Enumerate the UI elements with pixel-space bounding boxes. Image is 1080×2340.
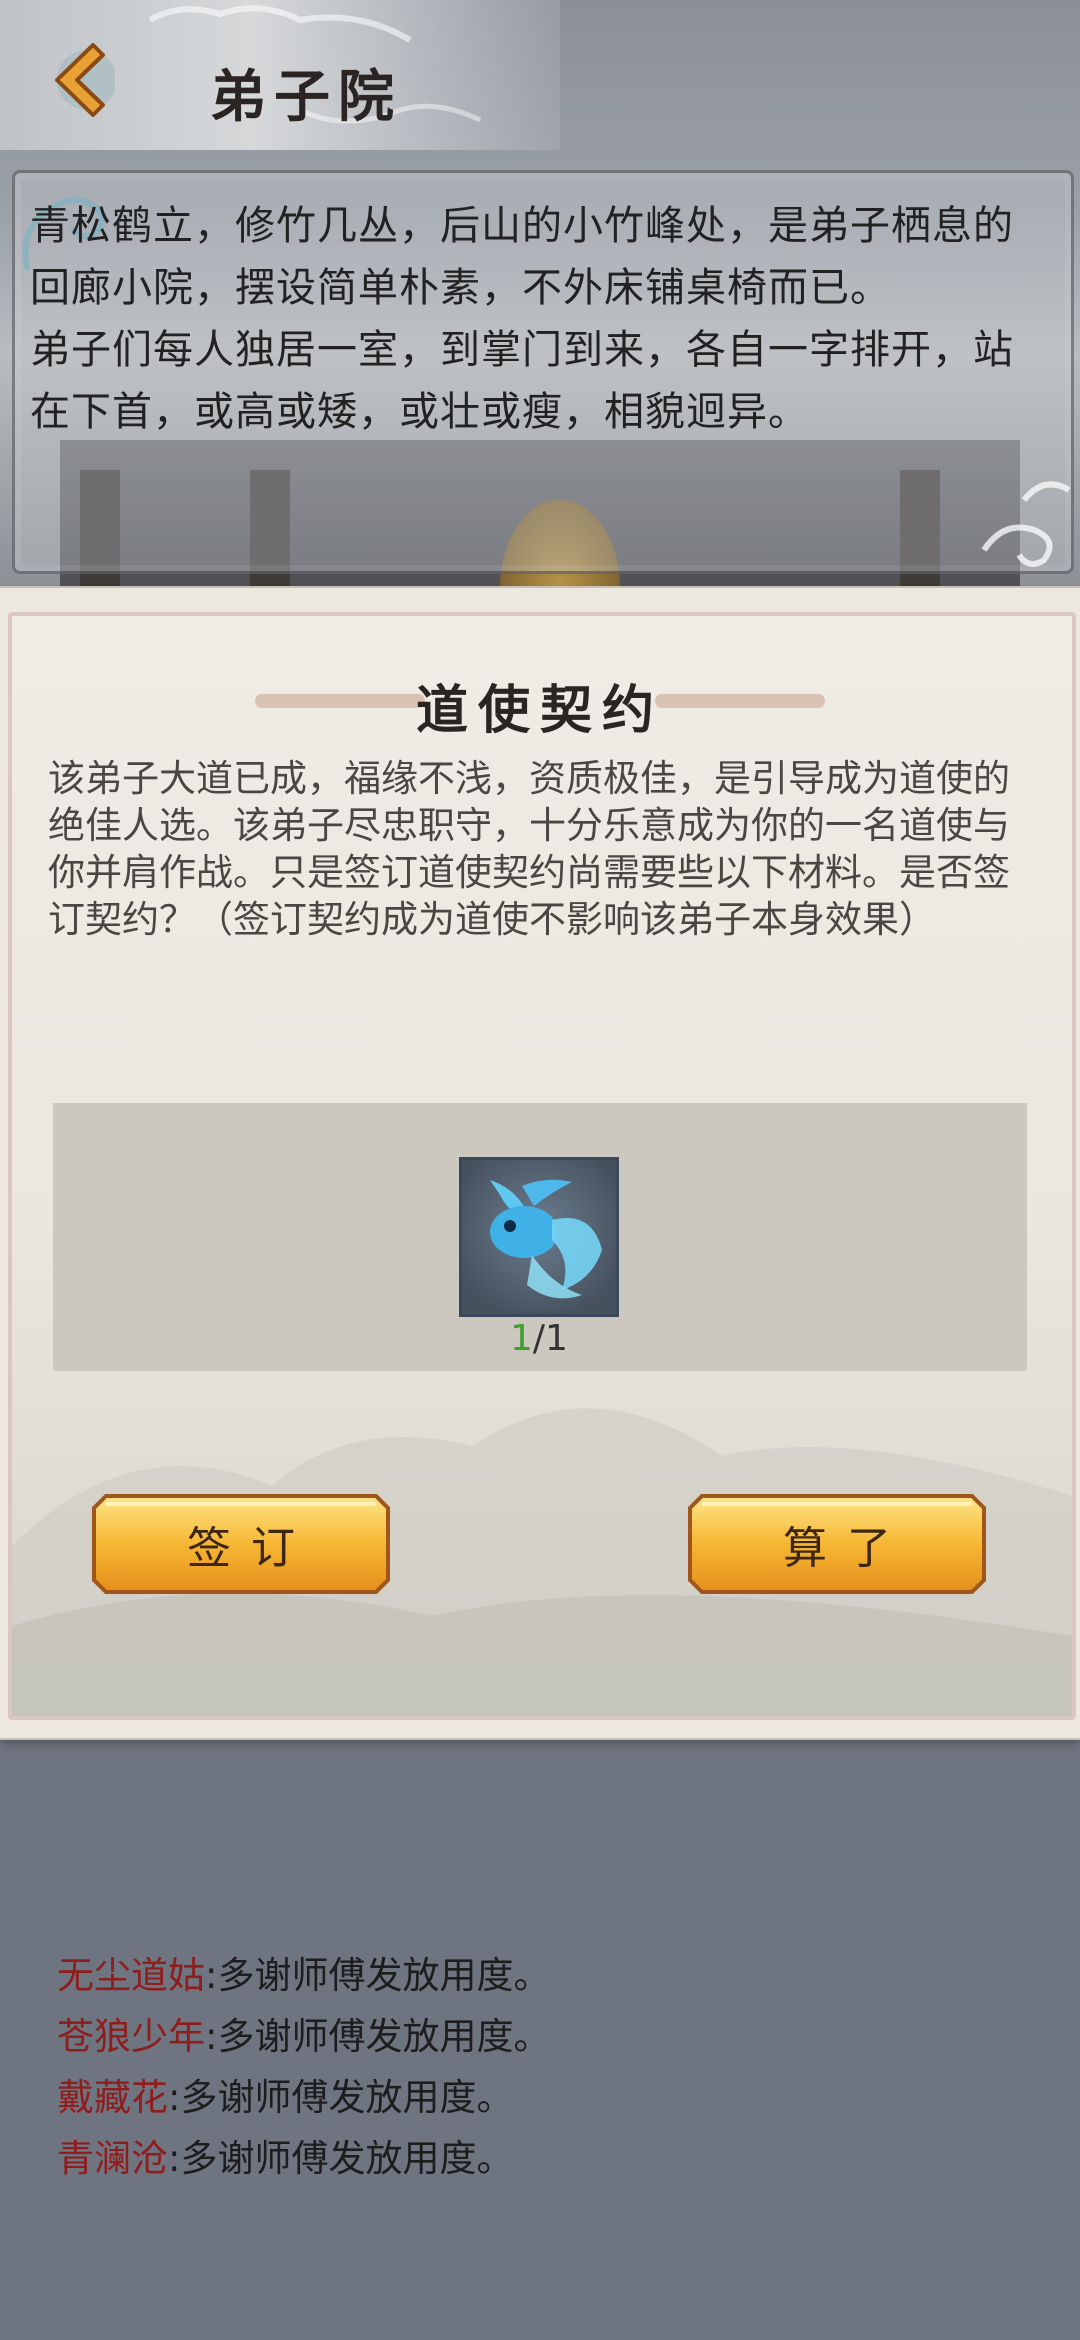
page-title: 弟子院 <box>210 64 402 130</box>
dialog-description: 该弟子大道已成，福缘不浅，资质极佳，是引导成为道使的绝佳人选。该弟子尽忠职守，十… <box>48 757 1010 941</box>
chat-speaker: 戴藏花 <box>57 2076 168 2119</box>
sign-button[interactable]: 签订 <box>92 1492 390 1596</box>
cancel-button[interactable]: 算了 <box>688 1492 986 1596</box>
chat-message: :多谢师傅发放用度。 <box>205 1954 551 1997</box>
sign-button-label: 签订 <box>187 1523 315 1574</box>
chat-speaker: 青澜沧 <box>57 2137 168 2180</box>
material-slot[interactable] <box>459 1157 619 1317</box>
description-text: 青松鹤立，修竹几丛，后山的小竹峰处，是弟子栖息的回廊小院，摆设简单朴素，不外床铺… <box>30 195 1040 443</box>
chat-line: 苍狼少年:多谢师傅发放用度。 <box>57 2006 1017 2067</box>
back-arrow-icon <box>55 43 115 117</box>
material-have: 1 <box>510 1318 533 1359</box>
chat-speaker: 无尘道姑 <box>57 1954 205 1997</box>
blue-fish-icon <box>490 1179 602 1299</box>
material-count: 1/1 <box>459 1318 619 1359</box>
chat-line: 戴藏花:多谢师傅发放用度。 <box>57 2067 1017 2128</box>
chat-message: :多谢师傅发放用度。 <box>168 2076 514 2119</box>
back-button[interactable] <box>20 30 130 130</box>
chat-speaker: 苍狼少年 <box>57 2015 205 2058</box>
chat-message: :多谢师傅发放用度。 <box>168 2137 514 2180</box>
material-need: /1 <box>532 1318 568 1359</box>
chat-line: 无尘道姑:多谢师傅发放用度。 <box>57 1945 1017 2006</box>
description-paragraph: 青松鹤立，修竹几丛，后山的小竹峰处，是弟子栖息的回廊小院，摆设简单朴素，不外床铺… <box>30 203 1014 311</box>
chat-message: :多谢师傅发放用度。 <box>205 2015 551 2058</box>
chat-line: 青澜沧:多谢师傅发放用度。 <box>57 2128 1017 2189</box>
cancel-button-label: 算了 <box>783 1523 911 1574</box>
description-paragraph: 弟子们每人独居一室，到掌门到来，各自一字排开，站在下首，或高或矮，或壮或瘦，相貌… <box>30 327 1014 435</box>
chat-log: 无尘道姑:多谢师傅发放用度。 苍狼少年:多谢师傅发放用度。 戴藏花:多谢师傅发放… <box>57 1945 1017 2189</box>
swirl-ornament-icon <box>981 481 1071 567</box>
dialog-title: 道使契约 <box>415 680 664 741</box>
